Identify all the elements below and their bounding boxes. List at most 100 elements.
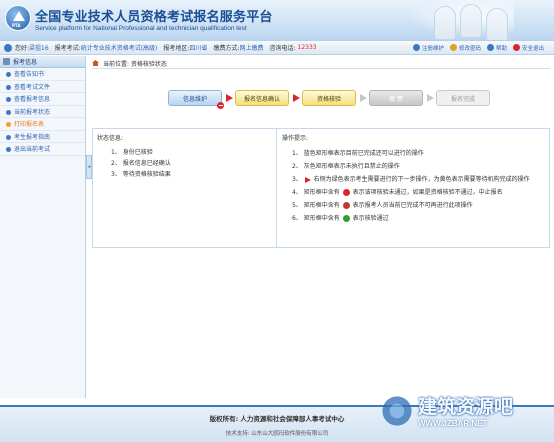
logout-icon bbox=[512, 44, 520, 51]
register-info-link[interactable]: 注册维护 bbox=[422, 44, 444, 52]
logo-triangle bbox=[13, 11, 25, 21]
bullet-icon bbox=[6, 109, 11, 115]
user-icon bbox=[4, 43, 12, 52]
step-qualification-check[interactable]: 资格核验 bbox=[302, 90, 356, 106]
sidebar-item-notice[interactable]: 查看告知书 bbox=[0, 68, 85, 81]
logout-link[interactable]: 安全退出 bbox=[522, 44, 544, 52]
tips-title: 操作提示: bbox=[282, 135, 309, 142]
region-value: 四川省 bbox=[189, 45, 208, 52]
tip-line: 3、 右侧为绿色表示考生需要进行的下一步操作，为黄色表示需要等待机构完成的操作 bbox=[292, 173, 545, 186]
sidebar-item-current-status[interactable]: 当前报考状态 bbox=[0, 106, 85, 118]
step-arrow-icon bbox=[226, 94, 233, 102]
status-line: 2、 报名信息已经确认 bbox=[111, 160, 171, 167]
person-illustration bbox=[486, 8, 508, 40]
sidebar-item-print-form[interactable]: 打印报名表 bbox=[0, 118, 85, 131]
minus-icon bbox=[342, 202, 350, 209]
watermark-logo-icon bbox=[380, 394, 414, 428]
user-name: 梁祖16 bbox=[29, 45, 49, 52]
register-info-icon bbox=[412, 44, 420, 51]
step-info-confirm[interactable]: 报名信息确认 bbox=[235, 90, 289, 106]
tip-line: 6、 矩形框中含有 表示核验通过 bbox=[292, 212, 545, 225]
bullet-icon bbox=[6, 84, 11, 90]
tip-line: 5、 矩形框中含有 表示报考人员当前已完成不可再进行此项操作 bbox=[292, 199, 545, 212]
person-illustration bbox=[460, 4, 482, 38]
status-panel: 状态信息: 1、 身份已核验 2、 报名信息已经确认 3、 等待资格核验结果 操… bbox=[92, 128, 550, 248]
home-icon bbox=[92, 60, 99, 66]
watermark-url: WWW.JZBAR.NET bbox=[418, 419, 488, 428]
sidebar-item-registration-info[interactable]: 查看报考信息 bbox=[0, 93, 85, 106]
sidebar-item-label: 退出当前考试 bbox=[14, 146, 51, 154]
sidebar-item-label: 当前报考状态 bbox=[14, 108, 51, 116]
sidebar-item-exam-docs[interactable]: 查看考试文件 bbox=[0, 81, 85, 93]
folder-icon bbox=[3, 58, 10, 65]
site-title-en: Service platform for National Profession… bbox=[35, 25, 247, 32]
step-arrow-icon bbox=[293, 94, 300, 102]
person-illustration bbox=[434, 6, 456, 40]
change-password-link[interactable]: 修改密码 bbox=[459, 44, 481, 52]
red-arrow-icon bbox=[304, 176, 311, 183]
phone-value: 12333 bbox=[297, 44, 317, 51]
bullet-icon bbox=[6, 134, 11, 140]
help-icon bbox=[486, 44, 494, 51]
phone-label: 咨询电话: bbox=[269, 45, 296, 52]
sidebar-header: 报考信息 bbox=[0, 56, 85, 68]
step-label: 缴 费 bbox=[389, 95, 403, 103]
exam-label: 报考考试: bbox=[54, 45, 81, 52]
step-arrow-icon bbox=[427, 94, 434, 102]
region-label: 报考地区: bbox=[163, 45, 190, 52]
tip-text: 右侧为绿色表示考生需要进行的下一步操作，为黄色表示需要等待机构完成的操作 bbox=[313, 176, 530, 183]
payment-label: 缴费方式: bbox=[213, 45, 240, 52]
breadcrumb-text: 当前位置: 资格核验状态 bbox=[103, 60, 167, 68]
watermark: 建筑资源吧 WWW.JZBAR.NET bbox=[380, 388, 550, 438]
welcome-label: 您好: bbox=[15, 45, 30, 52]
site-title: 全国专业技术人员资格考试报名服务平台 bbox=[35, 10, 273, 25]
tip-text: 表示报考人员当前已完成不可再进行此项操作 bbox=[352, 202, 473, 209]
top-links: 注册维护 修改密码 帮助 安全退出 bbox=[412, 42, 550, 53]
tip-line: 1、 蓝色矩形框表示目前已完成还可以进行的操作 bbox=[292, 150, 424, 157]
sidebar-item-guide[interactable]: 考生报考指南 bbox=[0, 131, 85, 143]
step-arrow-icon bbox=[360, 94, 367, 102]
step-info-maintenance[interactable]: 信息维护 bbox=[168, 90, 222, 106]
bullet-icon bbox=[6, 147, 11, 152]
status-line: 1、 身份已核验 bbox=[111, 149, 153, 156]
tip-line: 4、 矩形框中含有 表示该项核验未通过，如果是资格核验不通过，中止报名 bbox=[292, 186, 545, 199]
bullet-icon bbox=[6, 97, 11, 102]
status-title: 状态信息: bbox=[97, 135, 124, 142]
tip-text: 表示核验通过 bbox=[352, 215, 389, 222]
breadcrumb: 当前位置: 资格核验状态 bbox=[92, 58, 550, 69]
sidebar-header-label: 报考信息 bbox=[13, 59, 38, 66]
sidebar-item-exit-exam[interactable]: 退出当前考试 bbox=[0, 143, 85, 156]
sidebar-item-label: 查看告知书 bbox=[14, 71, 45, 79]
status-info-section: 状态信息: 1、 身份已核验 2、 报名信息已经确认 3、 等待资格核验结果 bbox=[93, 129, 277, 247]
key-icon bbox=[449, 44, 457, 51]
header-illustration bbox=[394, 0, 514, 40]
tip-prefix: 4、 矩形框中含有 bbox=[292, 189, 340, 196]
step-complete: 报名完成 bbox=[436, 90, 490, 106]
sidebar-item-label: 打印报名表 bbox=[14, 121, 45, 129]
sidebar: 报考信息 查看告知书 查看考试文件 查看报考信息 当前报考状态 打印报名表 考生… bbox=[0, 56, 86, 398]
sidebar-item-label: 查看考试文件 bbox=[14, 83, 51, 91]
help-link[interactable]: 帮助 bbox=[496, 44, 507, 52]
fail-icon bbox=[342, 189, 350, 196]
tip-prefix: 3、 bbox=[292, 176, 302, 183]
step-label: 信息维护 bbox=[182, 95, 207, 103]
progress-steps: 信息维护 报名信息确认 资格核验 缴 费 报名完成 bbox=[92, 75, 550, 125]
check-icon bbox=[342, 215, 350, 222]
tip-prefix: 5、 矩形框中含有 bbox=[292, 202, 340, 209]
tip-text: 表示该项核验未通过，如果是资格核验不通过，中止报名 bbox=[352, 189, 503, 196]
watermark-text: 建筑资源吧 bbox=[418, 396, 514, 418]
step-label: 资格核验 bbox=[316, 95, 341, 103]
logo-text: PTA bbox=[12, 23, 21, 28]
pta-logo-icon: PTA bbox=[5, 5, 31, 31]
step-label: 报名信息确认 bbox=[243, 95, 280, 103]
bullet-icon bbox=[6, 122, 11, 127]
step-payment: 缴 费 bbox=[369, 90, 423, 106]
sidebar-item-label: 考生报考指南 bbox=[14, 133, 51, 141]
payment-value: 网上缴费 bbox=[239, 45, 264, 52]
header-banner: PTA 全国专业技术人员资格考试报名服务平台 Service platform … bbox=[0, 0, 554, 40]
bullet-icon bbox=[6, 72, 11, 77]
tip-line: 2、 灰色矩形框表示未执行且禁止的操作 bbox=[292, 163, 400, 170]
exam-name: 统计专业技术资格考试(高级) bbox=[80, 45, 158, 52]
status-line: 3、 等待资格核验结果 bbox=[111, 171, 171, 178]
step-label: 报名完成 bbox=[450, 95, 475, 103]
